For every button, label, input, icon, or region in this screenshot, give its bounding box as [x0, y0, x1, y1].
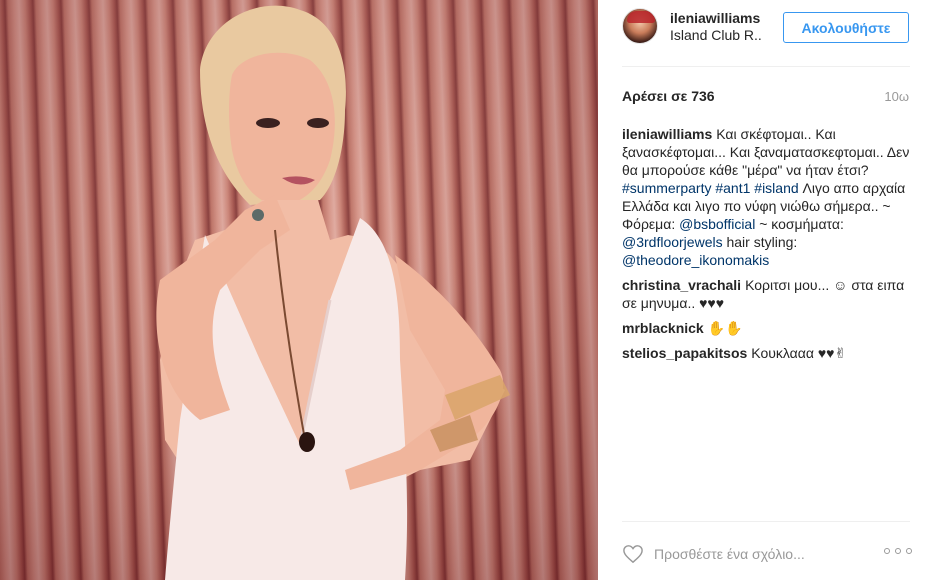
post-photo[interactable] — [0, 0, 598, 580]
caption-text-4: hair styling: — [726, 234, 798, 250]
comment-username[interactable]: christina_vrachali — [622, 277, 741, 293]
comment-text: Κουκλααα ♥♥✌ — [751, 345, 847, 361]
comment-input[interactable] — [654, 540, 864, 568]
heart-outline-icon[interactable] — [622, 544, 644, 564]
list-item: mrblacknick ✋✋ — [622, 319, 914, 337]
comment-username[interactable]: stelios_papakitsos — [622, 345, 747, 361]
caption-username[interactable]: ileniawilliams — [622, 126, 712, 142]
dot — [884, 548, 890, 554]
caption-mention-3rdfloorjewels[interactable]: @3rdfloorjewels — [622, 234, 723, 250]
post-header: ileniawilliams Island Club R.. Ακολουθήσ… — [598, 0, 928, 58]
avatar[interactable] — [622, 8, 658, 44]
caption-mention-bsbofficial[interactable]: @bsbofficial — [679, 216, 755, 232]
dot — [906, 548, 912, 554]
dot — [895, 548, 901, 554]
follow-button[interactable]: Ακολουθήστε — [783, 12, 909, 43]
post-footer — [598, 522, 928, 580]
caption-text-3: ~ κοσμήματα: — [759, 216, 844, 232]
comments-list: ileniawilliams Και σκέφτομαι.. Και ξανασκ… — [622, 125, 914, 369]
caption: ileniawilliams Και σκέφτομαι.. Και ξανασκ… — [622, 125, 914, 269]
comment-text: ✋✋ — [707, 320, 743, 336]
likes-count[interactable]: Αρέσει σε 736 — [622, 88, 715, 104]
list-item: christina_vrachali Κοριτσι μου... ☺ στα ε… — [622, 276, 914, 312]
caption-mention-theodore[interactable]: @theodore_ikonomakis — [622, 252, 769, 268]
photo-figure — [156, 5, 510, 580]
post-username[interactable]: ileniawilliams — [670, 10, 760, 26]
header-divider — [622, 66, 910, 67]
caption-hashtags[interactable]: #summerparty #ant1 #island — [622, 180, 799, 196]
list-item: stelios_papakitsos Κουκλααα ♥♥✌ — [622, 344, 914, 362]
post-timestamp[interactable]: 10ω — [884, 89, 909, 104]
more-options-icon[interactable] — [884, 548, 912, 558]
comment-username[interactable]: mrblacknick — [622, 320, 704, 336]
post-side-panel: ileniawilliams Island Club R.. Ακολουθήσ… — [598, 0, 928, 580]
post-location[interactable]: Island Club R.. — [670, 27, 762, 43]
